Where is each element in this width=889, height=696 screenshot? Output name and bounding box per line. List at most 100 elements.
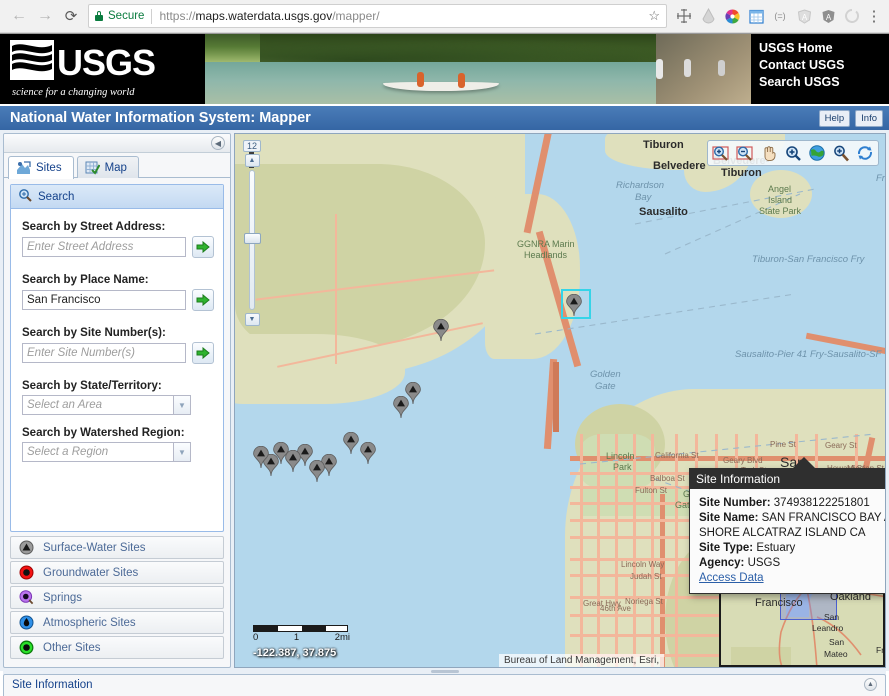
site-marker[interactable] — [433, 318, 449, 346]
tab-sites-label: Sites — [36, 162, 62, 174]
overview-map-label: Francisco — [755, 597, 803, 609]
angular-a-icon[interactable]: A — [793, 5, 815, 27]
zoom-slider-thumb[interactable] — [244, 233, 261, 244]
zoom-slider-track[interactable] — [244, 170, 261, 310]
move-crosshair-icon[interactable] — [673, 5, 695, 27]
legend-item-atmospheric[interactable]: Atmospheric Sites — [10, 611, 224, 634]
site-marker[interactable] — [405, 381, 421, 409]
site-marker[interactable] — [360, 441, 376, 469]
reload-button[interactable]: ⟳ — [58, 3, 84, 29]
address-bar[interactable]: Secure https://maps.waterdata.usgs.gov/m… — [88, 4, 667, 28]
map-toolbar — [707, 140, 879, 166]
site-info-popup-title: Site Information — [696, 471, 781, 486]
bottom-panel-title: Site Information — [12, 678, 93, 691]
color-wheel-icon[interactable] — [721, 5, 743, 27]
map-label: Geary St — [825, 441, 857, 450]
map-viewport[interactable]: TiburonBelvedereBelvedere-TiburonRichard… — [234, 133, 886, 668]
street-address-input[interactable] — [22, 237, 186, 257]
legend-item-surface-water[interactable]: Surface-Water Sites — [10, 536, 224, 559]
map-label: Belvedere — [653, 160, 706, 172]
map-label: Geary Blvd — [723, 456, 763, 465]
site-number-input[interactable] — [22, 343, 186, 363]
site-info-popup[interactable]: Site Information ❐ ✕ Site Number: 374938… — [689, 457, 885, 594]
site-type-key: Site Type: — [699, 542, 754, 554]
collapse-sidebar-button[interactable]: ◀ — [211, 136, 225, 150]
browser-menu-button[interactable]: ⋮ — [865, 7, 883, 25]
site-number-go-button[interactable] — [192, 342, 214, 364]
expand-bottom-panel-button[interactable]: ▲ — [864, 678, 877, 691]
access-data-link[interactable]: Access Data — [699, 572, 764, 584]
street-address-go-button[interactable] — [192, 236, 214, 258]
state-territory-select[interactable]: Select an Area — [22, 395, 174, 415]
map-label: California St — [655, 451, 699, 460]
identify-magnifier-icon[interactable] — [831, 143, 851, 163]
site-marker[interactable] — [253, 445, 269, 473]
forward-button[interactable]: → — [32, 3, 58, 29]
place-name-input[interactable] — [22, 290, 186, 310]
site-number-value: 374938122251801 — [773, 497, 870, 509]
map-label: Judah St — [630, 572, 662, 581]
map-label: GGNRA Marin — [517, 239, 575, 249]
tab-map[interactable]: Map — [76, 156, 139, 178]
zoom-in-button[interactable]: ▲ — [244, 154, 260, 167]
place-name-field-group: Search by Place Name: — [22, 274, 214, 311]
water-drop-icon[interactable] — [697, 5, 719, 27]
site-marker-selected[interactable] — [561, 289, 591, 321]
main-content: ◀ Sites Map Search Search by Street Addr… — [0, 130, 889, 671]
search-panel-header: Search — [11, 185, 223, 209]
scale-bar: 0 1 2mi — [253, 625, 350, 643]
legend-label-groundwater: Groundwater Sites — [43, 566, 139, 579]
state-territory-chevron-down-icon[interactable]: ▼ — [174, 395, 191, 415]
tab-map-label: Map — [104, 161, 127, 174]
info-button[interactable]: Info — [855, 109, 883, 127]
usgs-home-link[interactable]: USGS Home — [759, 40, 889, 57]
bookmark-star-icon[interactable]: ☆ — [648, 8, 660, 24]
usgs-logo[interactable]: USGS science for a changing world — [0, 34, 205, 104]
usgs-banner: USGS science for a changing world USGS H… — [0, 34, 889, 104]
legend-item-springs[interactable]: Springs — [10, 586, 224, 609]
legend-label-springs: Springs — [43, 591, 82, 604]
map-label: Sausalito — [639, 206, 688, 218]
extension-bar: (=) A A ⋮ — [673, 5, 883, 27]
calendar-grid-icon[interactable] — [745, 5, 767, 27]
circle-partial-icon[interactable] — [841, 5, 863, 27]
zoom-control[interactable]: 12 ▲ ▼ — [241, 140, 263, 326]
search-usgs-link[interactable]: Search USGS — [759, 74, 889, 91]
popup-pointer — [793, 457, 815, 468]
help-button[interactable]: Help — [818, 109, 851, 127]
site-marker[interactable] — [343, 431, 359, 459]
watershed-region-chevron-down-icon[interactable]: ▼ — [174, 442, 191, 462]
zoom-out-box-icon[interactable] — [735, 143, 755, 163]
map-label: Balboa St — [650, 474, 685, 483]
pan-hand-icon[interactable] — [759, 143, 779, 163]
shield-a-icon[interactable]: A — [817, 5, 839, 27]
site-number-label: Search by Site Number(s): — [22, 327, 166, 339]
map-label: Island — [768, 195, 793, 205]
site-info-popup-body: Site Number: 374938122251801 Site Name: … — [689, 489, 885, 594]
watershed-region-label: Search by Watershed Region: — [22, 427, 185, 439]
refresh-icon[interactable] — [855, 143, 875, 163]
legend-item-groundwater[interactable]: Groundwater Sites — [10, 561, 224, 584]
omnibox-divider — [151, 8, 153, 24]
sidebar-panel-wrap: Search Search by Street Address: Enter S… — [4, 178, 230, 667]
tab-sites[interactable]: Sites — [8, 156, 74, 179]
zoom-previous-icon[interactable] — [783, 143, 803, 163]
svg-text:A: A — [825, 13, 831, 22]
zoom-out-button[interactable]: ▼ — [244, 313, 260, 326]
map-label: Sausalito-Pier 41 Fry-Sausalito-SF — [735, 349, 882, 360]
zoom-in-box-icon[interactable] — [711, 143, 731, 163]
equals-icon[interactable]: (=) — [769, 5, 791, 27]
overview-map-label: San — [829, 637, 845, 647]
site-type-row: Site Type: Estuary — [699, 541, 885, 556]
svg-text:(=): (=) — [774, 11, 785, 21]
back-button[interactable]: ← — [6, 3, 32, 29]
place-name-go-button[interactable] — [192, 289, 214, 311]
legend-label-other: Other Sites — [43, 641, 101, 654]
legend-item-other[interactable]: Other Sites — [10, 636, 224, 659]
full-extent-globe-icon[interactable] — [807, 143, 827, 163]
splitter-grip[interactable] — [430, 670, 459, 673]
page-title: National Water Information System: Mappe… — [10, 110, 311, 126]
watershed-region-select[interactable]: Select a Region — [22, 442, 174, 462]
sites-tab-icon — [16, 161, 31, 175]
contact-usgs-link[interactable]: Contact USGS — [759, 57, 889, 74]
